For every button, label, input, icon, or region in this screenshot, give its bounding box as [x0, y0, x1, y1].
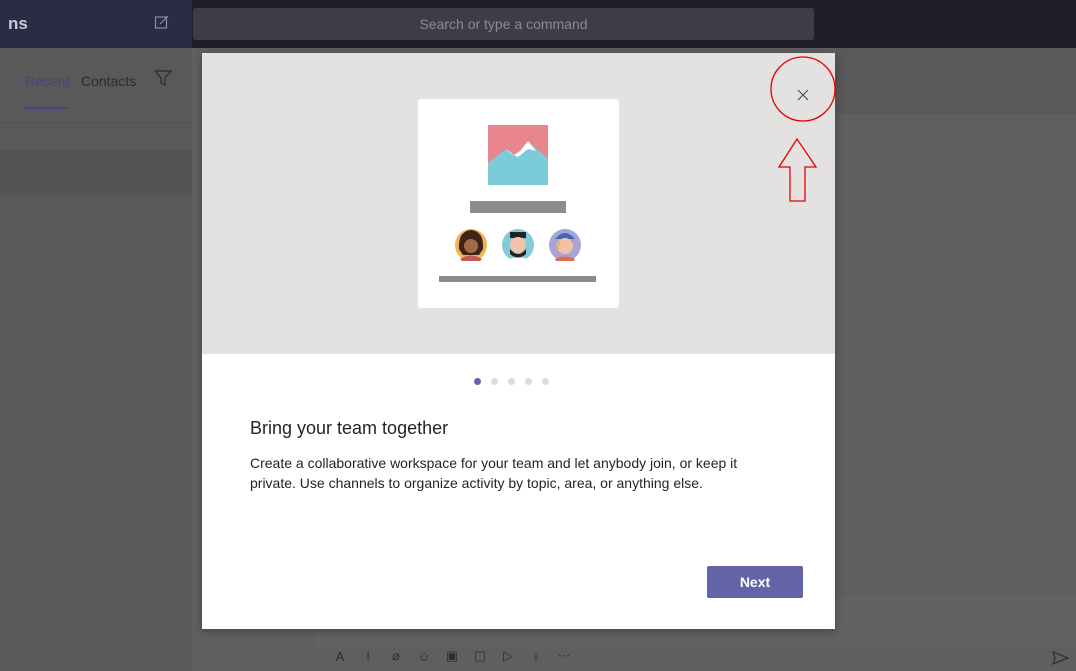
meet-icon[interactable]: ▷: [498, 646, 518, 666]
team-illustration: [418, 99, 619, 308]
compose-toolbar: A ! ⌀ ☺ ▣ ▢ ▷ ♀ ⋯: [330, 646, 574, 670]
emoji-icon[interactable]: ☺: [414, 646, 434, 666]
avatar: [502, 229, 534, 261]
app-title: ns: [8, 14, 28, 33]
sidebar: [0, 48, 192, 671]
new-chat-icon[interactable]: [154, 14, 170, 30]
page-dot[interactable]: [491, 378, 498, 385]
page-dot[interactable]: [525, 378, 532, 385]
format-icon[interactable]: A: [330, 646, 350, 666]
sidebar-divider: [0, 122, 192, 123]
placeholder-bar: [470, 201, 566, 213]
send-icon[interactable]: [1050, 648, 1070, 668]
important-icon[interactable]: !: [358, 646, 378, 666]
avatar: [549, 229, 581, 261]
title-bar: ns: [0, 0, 192, 48]
close-button[interactable]: [788, 80, 818, 110]
placeholder-bar: [439, 276, 596, 282]
tab-contacts[interactable]: Contacts: [81, 73, 136, 89]
onboarding-dialog: Bring your team together Create a collab…: [202, 53, 835, 629]
chat-header: [836, 48, 1076, 114]
page-dot[interactable]: [508, 378, 515, 385]
tab-recent[interactable]: Recent: [25, 73, 69, 89]
more-icon[interactable]: ⋯: [554, 646, 574, 666]
praise-icon[interactable]: ♀: [526, 646, 546, 666]
attach-icon[interactable]: ⌀: [386, 646, 406, 666]
dialog-title: Bring your team together: [250, 418, 449, 438]
sticker-icon[interactable]: ▢: [470, 646, 490, 666]
page-indicator: [474, 378, 549, 385]
list-item[interactable]: [0, 150, 192, 195]
dialog-description: Create a collaborative workspace for you…: [250, 455, 738, 491]
active-tab-indicator: [25, 107, 68, 109]
page-dot[interactable]: [542, 378, 549, 385]
avatar: [455, 229, 487, 261]
page-dot-active[interactable]: [474, 378, 481, 385]
close-icon[interactable]: [797, 89, 809, 101]
next-button[interactable]: Next: [707, 566, 803, 598]
filter-icon[interactable]: [154, 69, 172, 87]
hero-illustration-area: [202, 53, 835, 354]
gif-icon[interactable]: ▣: [442, 646, 462, 666]
search-input[interactable]: Search or type a command: [193, 8, 814, 40]
